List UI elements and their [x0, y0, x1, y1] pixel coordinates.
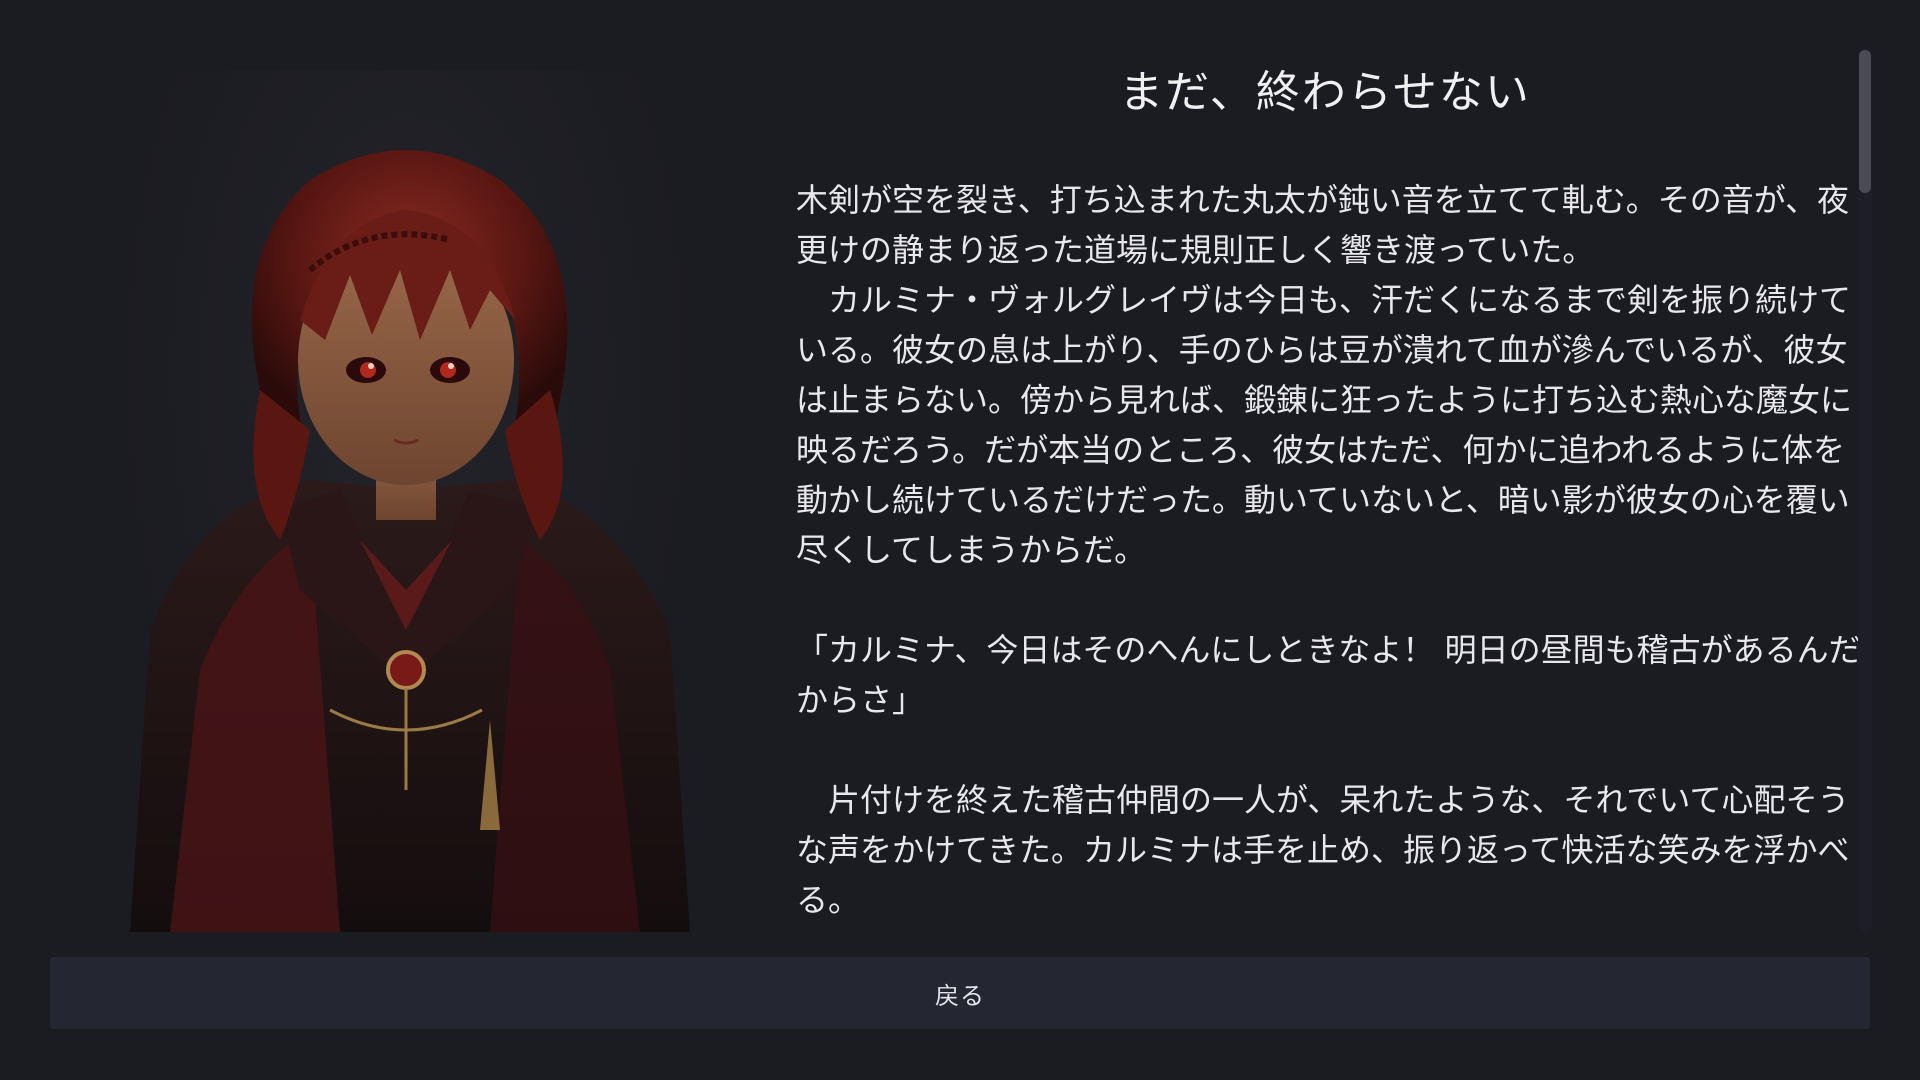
character-portrait: [110, 70, 702, 932]
story-paragraph: カルミナ・ヴォルグレイヴは今日も、汗だくになるまで剣を振り続けている。彼女の息は…: [796, 281, 1853, 569]
story-paragraph: 木剣が空を裂き、打ち込まれた丸太が鈍い音を立てて軋む。その音が、夜更けの静まり返…: [796, 181, 1850, 269]
story-text: 木剣が空を裂き、打ち込まれた丸太が鈍い音を立てて軋む。その音が、夜更けの静まり返…: [796, 175, 1866, 925]
story-panel: まだ、終わらせない 木剣が空を裂き、打ち込まれた丸太が鈍い音を立てて軋む。その音…: [780, 30, 1870, 932]
story-paragraph: 片付けを終えた稽古仲間の一人が、呆れたような、それでいて心配そうな声をかけてきた…: [796, 781, 1850, 919]
story-title: まだ、終わらせない: [1119, 67, 1531, 118]
story-screen: まだ、終わらせない 木剣が空を裂き、打ち込まれた丸太が鈍い音を立てて軋む。その音…: [0, 0, 1920, 1080]
back-button[interactable]: 戻る: [50, 957, 1870, 1029]
scrollbar-thumb[interactable]: [1859, 50, 1871, 193]
story-paragraph: 「カルミナ、今日はそのへんにしときなよ！ 明日の昼間も稽古があるんだからさ」: [796, 631, 1861, 719]
story-scrollbar[interactable]: [1858, 48, 1872, 932]
